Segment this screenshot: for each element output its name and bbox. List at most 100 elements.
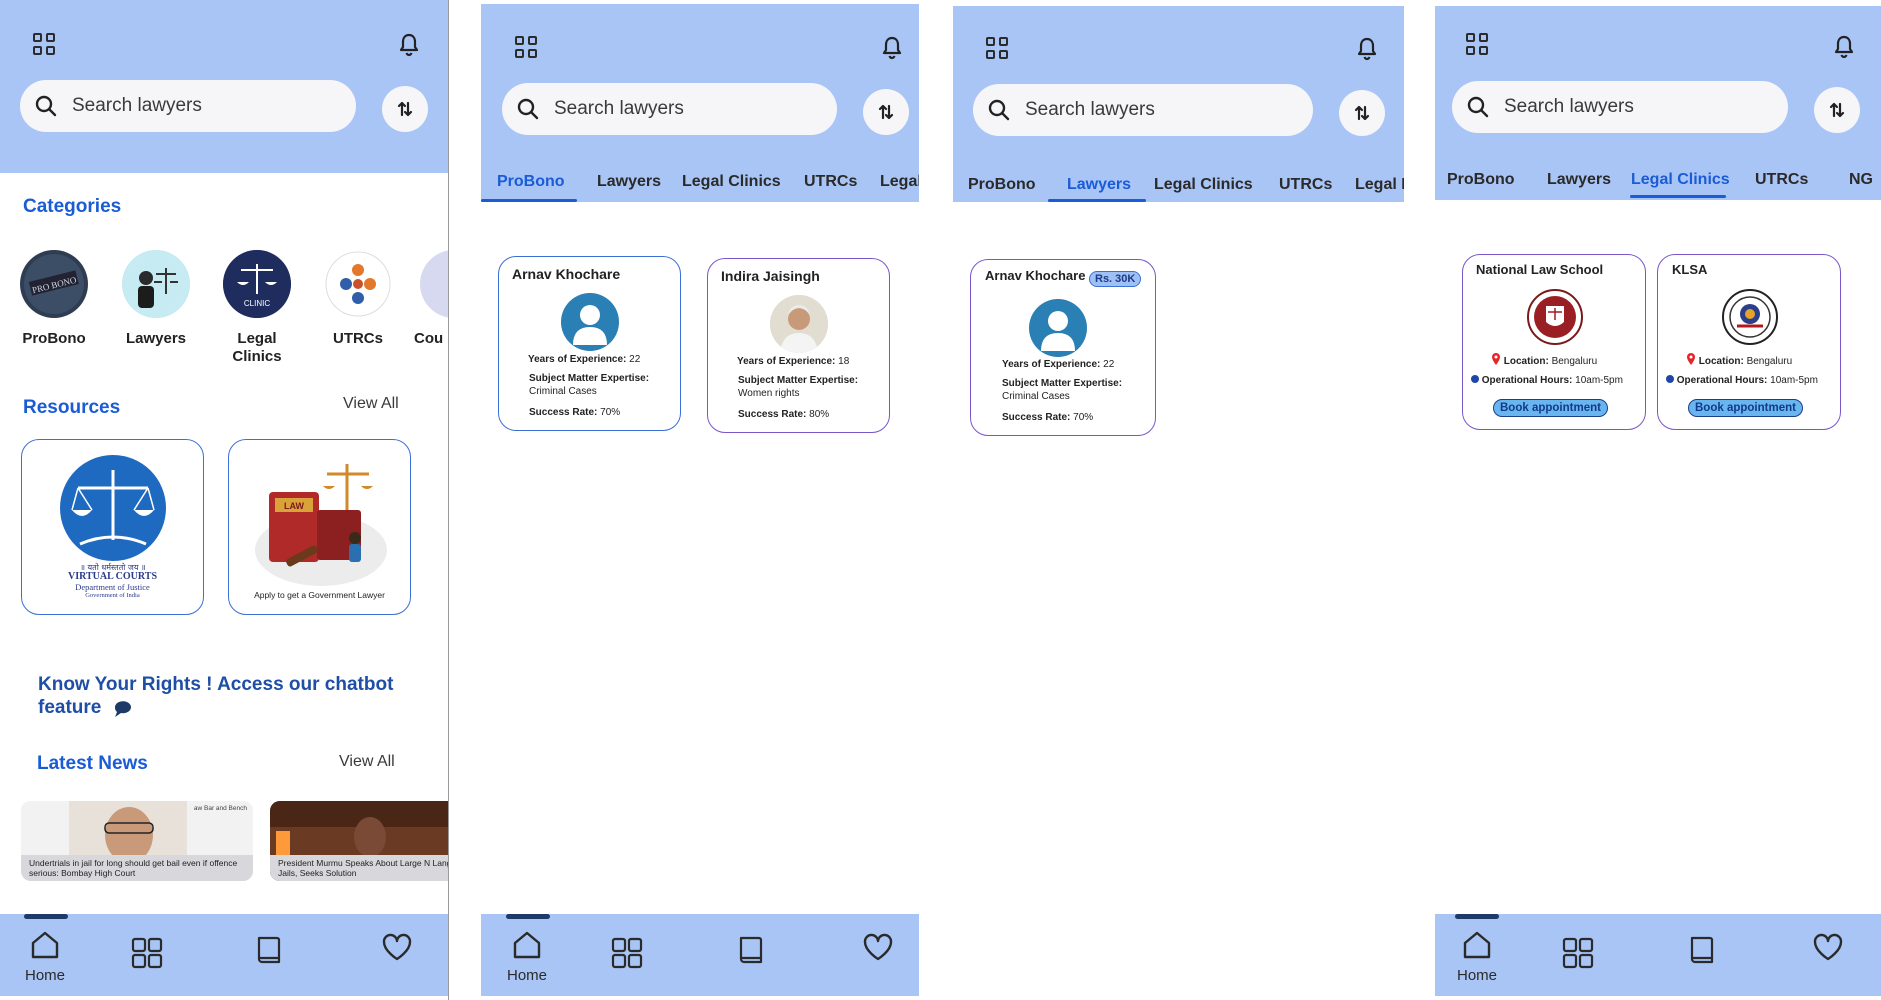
tab-utrcs[interactable]: UTRCs: [1755, 171, 1808, 189]
exp-value: 22: [1103, 359, 1115, 370]
clinic-card[interactable]: KLSA Location: Bengaluru Operational Hou…: [1657, 254, 1841, 430]
active-indicator: [1455, 914, 1499, 919]
lawyers-screen: Search lawyers ProBono Lawyers Legal Cli…: [953, 0, 1404, 1000]
book-icon[interactable]: [1687, 934, 1717, 968]
news-card[interactable]: aw Bar and Bench Undertrials in jail for…: [21, 801, 253, 881]
book-appointment-button[interactable]: Book appointment: [1688, 399, 1803, 417]
tab-lawyers[interactable]: Lawyers: [597, 173, 661, 191]
rate-value: 80%: [809, 409, 830, 420]
menu-grid-icon[interactable]: [515, 36, 537, 58]
tab-utrcs[interactable]: UTRCs: [804, 173, 857, 191]
grid-icon[interactable]: [610, 936, 644, 970]
tab-lawyers[interactable]: Lawyers: [1547, 171, 1611, 189]
sme-value: Criminal Cases: [1002, 390, 1070, 402]
tab-legal-clinics[interactable]: Legal Clinics: [1631, 171, 1730, 189]
nls-logo: [1527, 289, 1583, 345]
tab-legal-clinics[interactable]: Legal Clinics: [682, 173, 781, 191]
clinic-name: National Law School: [1476, 262, 1604, 277]
active-tab-underline: [481, 199, 577, 202]
heart-icon[interactable]: [381, 932, 413, 962]
law-books-illustration: LAW: [255, 464, 387, 586]
chatbot-link[interactable]: Know Your Rights ! Access our chatbot fe…: [38, 674, 418, 720]
category-label: Legal Clinics: [232, 330, 282, 365]
resource-card-govt-lawyer[interactable]: LAW Apply to get a Government Lawyer: [228, 439, 411, 615]
rate-value: 70%: [1073, 412, 1094, 423]
active-tab-underline: [1630, 195, 1726, 198]
news-view-all-link[interactable]: View All: [339, 753, 395, 771]
lawyer-name: Arnav Khochare: [512, 266, 621, 282]
search-input[interactable]: Search lawyers: [1025, 99, 1155, 121]
home-screen: Search lawyers Categories PRO BONO ProBo…: [0, 0, 448, 1000]
category-label: Cou: [414, 330, 444, 347]
lawyer-card[interactable]: Arnav Khochare Rs. 30K Years of Experien…: [970, 259, 1156, 436]
tab-legal-partial[interactable]: Legal: [880, 173, 919, 191]
lawyer-card[interactable]: Indira Jaisingh Years of Experience: 18 …: [707, 258, 890, 433]
category-courts[interactable]: Cou: [414, 250, 448, 348]
app-header: Search lawyers: [0, 0, 448, 173]
category-label: ProBono: [22, 330, 86, 347]
location-value: Bengaluru: [1746, 356, 1793, 367]
grid-icon[interactable]: [130, 936, 164, 970]
menu-grid-icon[interactable]: [1466, 33, 1488, 55]
lawyer-name: Arnav Khochare: [985, 268, 1086, 283]
chatbot-text: Know Your Rights ! Access our chatbot fe…: [38, 674, 394, 718]
tab-ngo-partial[interactable]: NG: [1849, 171, 1873, 189]
heart-icon[interactable]: [862, 932, 894, 962]
tab-utrcs[interactable]: UTRCs: [1279, 176, 1332, 194]
location-label: Location:: [1698, 356, 1744, 367]
sort-button[interactable]: [382, 86, 428, 132]
nav-home[interactable]: Home: [502, 928, 552, 984]
book-appointment-button[interactable]: Book appointment: [1493, 399, 1608, 417]
tab-probono[interactable]: ProBono: [968, 176, 1036, 194]
search-bar[interactable]: Search lawyers: [20, 80, 356, 132]
clinic-icon: CLINIC: [223, 250, 291, 318]
search-bar[interactable]: Search lawyers: [502, 83, 837, 135]
tab-probono[interactable]: ProBono: [1447, 171, 1515, 189]
category-probono[interactable]: PRO BONO ProBono: [14, 250, 94, 348]
heart-icon[interactable]: [1812, 932, 1844, 962]
nav-home[interactable]: Home: [1452, 928, 1502, 984]
bell-icon[interactable]: [1355, 36, 1379, 62]
tab-lawyers[interactable]: Lawyers: [1067, 176, 1131, 194]
tab-legal-clinics[interactable]: Legal Clinics: [1154, 176, 1253, 194]
search-input[interactable]: Search lawyers: [72, 95, 202, 117]
lawyer-card[interactable]: Arnav Khochare Years of Experience: 22 S…: [498, 256, 681, 431]
search-input[interactable]: Search lawyers: [1504, 96, 1634, 118]
book-icon[interactable]: [736, 934, 766, 968]
grid-icon[interactable]: [1561, 936, 1595, 970]
news-card[interactable]: President Murmu Speaks About Large N Lan…: [270, 801, 448, 881]
bell-icon[interactable]: [397, 32, 421, 58]
search-bar[interactable]: Search lawyers: [1452, 81, 1788, 133]
person-icon: [1041, 311, 1075, 351]
book-icon[interactable]: [254, 934, 284, 968]
resources-view-all-link[interactable]: View All: [343, 395, 399, 413]
rate-label: Success Rate:: [529, 407, 598, 418]
hours-label: Operational Hours:: [1676, 375, 1768, 386]
utrc-icon: [324, 250, 392, 318]
resource-card-virtual-courts[interactable]: ॥ यतो धर्मस्ततो जय ॥ VIRTUAL COURTS Depa…: [21, 439, 204, 615]
bell-icon[interactable]: [1832, 34, 1856, 60]
search-bar[interactable]: Search lawyers: [973, 84, 1313, 136]
categories-title: Categories: [23, 196, 122, 217]
category-lawyers[interactable]: Lawyers: [116, 250, 196, 348]
menu-grid-icon[interactable]: [33, 33, 55, 55]
sme-label: Subject Matter Expertise:: [738, 375, 859, 386]
nav-home[interactable]: Home: [20, 928, 70, 984]
tab-legal-partial[interactable]: Legal F: [1355, 176, 1404, 194]
court-icon: [420, 250, 448, 318]
category-utrcs[interactable]: UTRCs: [318, 250, 398, 348]
bottom-nav: Home: [0, 914, 448, 996]
tab-probono[interactable]: ProBono: [497, 173, 565, 191]
category-legal-clinics[interactable]: CLINIC Legal Clinics: [217, 250, 297, 366]
hours-value: 10am-5pm: [1770, 375, 1818, 386]
sort-button[interactable]: [863, 89, 909, 135]
sort-button[interactable]: [1339, 90, 1385, 136]
home-icon: [1463, 931, 1491, 959]
menu-grid-icon[interactable]: [986, 37, 1008, 59]
search-input[interactable]: Search lawyers: [554, 98, 684, 120]
clinic-card[interactable]: National Law School Location: Bengaluru …: [1462, 254, 1646, 430]
sort-button[interactable]: [1814, 87, 1860, 133]
bell-icon[interactable]: [880, 35, 904, 61]
exp-value: 18: [838, 356, 850, 367]
category-tabs: ProBono Lawyers Legal Clinics UTRCs Lega…: [953, 176, 1404, 206]
